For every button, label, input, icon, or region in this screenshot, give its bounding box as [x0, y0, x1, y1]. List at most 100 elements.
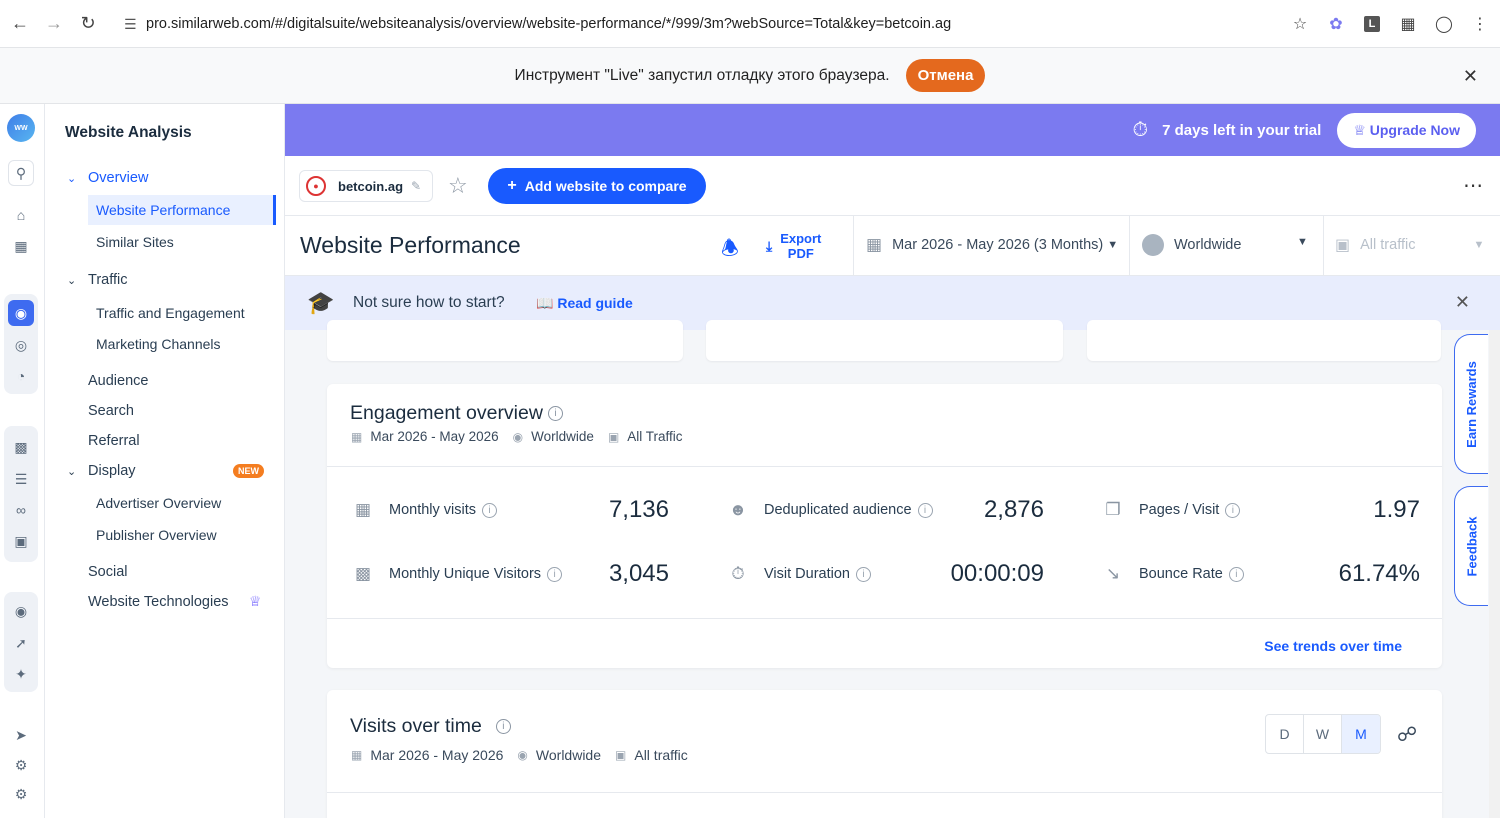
read-guide-link[interactable]: 📖 Read guide [536, 295, 633, 312]
traffic-selector[interactable]: ▣ All traffic ▼ [1335, 235, 1484, 255]
sidebar-item-social[interactable]: Social [88, 564, 128, 580]
info-icon[interactable]: i [1225, 502, 1241, 518]
chevron-down-icon[interactable]: ⌄ [67, 274, 76, 287]
engagement-meta: ▦ Mar 2026 - May 2026 ◉ Worldwide ▣ All … [351, 429, 683, 444]
sidebar-item-traffic[interactable]: Traffic [88, 272, 127, 288]
site-chip[interactable]: ● betcoin.ag ✎ [299, 170, 433, 202]
keyword-search-icon[interactable]: ☰ [8, 466, 34, 492]
metric-value: 7,136 [608, 496, 669, 523]
favorite-star-icon[interactable]: ☆ [448, 173, 468, 199]
granularity-month[interactable]: M [1342, 715, 1380, 753]
sidebar-item-publisher-overview[interactable]: Publisher Overview [96, 527, 217, 543]
reload-icon[interactable]: ↻ [71, 7, 105, 41]
close-icon[interactable]: ✕ [1455, 292, 1470, 313]
granularity-day[interactable]: D [1266, 715, 1304, 753]
pages-icon: ❐ [1105, 500, 1121, 519]
info-icon[interactable]: i [495, 719, 511, 735]
chevron-down-icon[interactable]: ⌄ [67, 465, 76, 478]
ads-icon[interactable]: ▣ [8, 528, 34, 554]
extension-icon[interactable]: ✿ [1322, 7, 1350, 41]
globe-icon: ◉ [517, 748, 528, 762]
extension-l-icon[interactable]: L [1358, 7, 1386, 41]
icon-rail: WW ⚲ ⌂ ▦ ◉ ◎ ◔ ▩ ☰ ∞ ▣ ◉ ➚ ✦ ➤ ⚙ ⚙ [0, 104, 45, 818]
bar-chart-icon[interactable]: ▩ [8, 434, 34, 460]
divider [1129, 216, 1130, 276]
metric-monthly-visits: ▦ Monthly visits i [352, 500, 498, 520]
similarweb-logo[interactable]: WW [7, 114, 35, 142]
feedback-tab[interactable]: Feedback [1454, 486, 1488, 606]
close-icon[interactable]: ✕ [1463, 66, 1478, 87]
sidebar-item-marketing-channels[interactable]: Marketing Channels [96, 336, 221, 352]
metric-label: Monthly visits [389, 502, 477, 518]
rocket-icon[interactable]: ➤ [8, 722, 34, 748]
menu-kebab-icon[interactable]: ⋮ [1466, 7, 1494, 41]
date-range-picker[interactable]: ▦ Mar 2026 - May 2026 (3 Months) ▼ [866, 235, 1118, 255]
sidebar-item-traffic-engagement[interactable]: Traffic and Engagement [96, 305, 245, 321]
site-settings-icon[interactable]: ☰ [124, 16, 146, 33]
more-options-icon[interactable]: ⋯ [1463, 173, 1484, 198]
back-icon[interactable]: ← [3, 7, 37, 41]
user-card-icon: ▩ [354, 564, 372, 583]
puzzle-icon[interactable]: ▦ [1394, 7, 1422, 41]
sidebar-item-similar-sites[interactable]: Similar Sites [96, 234, 174, 250]
new-badge: NEW [233, 464, 264, 478]
region-selector[interactable]: Worldwide ▼ [1142, 234, 1308, 256]
eye-icon[interactable]: ◉ [8, 598, 34, 624]
sidebar-item-referral[interactable]: Referral [88, 433, 140, 449]
page-scrollbar[interactable] [1489, 330, 1500, 818]
sidebar-item-search[interactable]: Search [88, 403, 134, 419]
puzzle-piece-icon[interactable]: ⚙ [8, 752, 34, 778]
page-title: Website Performance [300, 232, 521, 258]
sidebar-item-audience[interactable]: Audience [88, 373, 148, 389]
trend-icon[interactable]: ➚ [8, 630, 34, 656]
bookmark-star-icon[interactable]: ☆ [1286, 7, 1314, 41]
bounce-arrow-icon: ↘ [1105, 564, 1121, 583]
earn-rewards-tab[interactable]: Earn Rewards [1454, 334, 1488, 474]
bell-icon[interactable]: 🕭 [721, 234, 739, 268]
share-icon[interactable]: ☍ [1397, 722, 1417, 747]
divider [853, 216, 854, 276]
link-icon[interactable]: ∞ [8, 497, 34, 523]
profile-icon[interactable]: ◯ [1430, 7, 1458, 41]
metric-deduplicated-audience: ☻ Deduplicated audience i [727, 500, 933, 520]
visits-over-time-card: Visits over time i ▦ Mar 2026 - May 2026 … [327, 690, 1442, 818]
graduation-cap-icon: 🎓 [307, 290, 335, 315]
page-header: Website Performance 🕭 ⤓ Export PDF ▦ Mar… [285, 216, 1500, 276]
home-icon[interactable]: ⌂ [8, 202, 34, 228]
info-icon[interactable]: i [855, 566, 871, 582]
globe-icon[interactable]: ◉ [8, 300, 34, 326]
info-icon[interactable]: i [482, 502, 498, 518]
sidebar-item-website-technologies[interactable]: Website Technologies [88, 594, 229, 610]
info-icon[interactable]: i [547, 406, 563, 422]
sidebar-item-advertiser-overview[interactable]: Advertiser Overview [96, 495, 221, 511]
add-website-compare-button[interactable]: + Add website to compare [488, 168, 706, 204]
edit-pencil-icon[interactable]: ✎ [411, 179, 421, 193]
chevron-down-icon[interactable]: ⌄ [67, 172, 76, 185]
divider [327, 618, 1442, 619]
info-icon[interactable]: i [1228, 566, 1244, 582]
forward-icon[interactable]: → [37, 7, 71, 41]
engagement-title-text: Engagement overview [350, 402, 543, 424]
metric-pages-visit: ❐ Pages / Visit i [1102, 500, 1241, 520]
search-icon[interactable]: ⚲ [8, 160, 34, 186]
sidebar-item-website-performance[interactable]: Website Performance [96, 202, 230, 218]
url-text: pro.similarweb.com/#/digitalsuite/websit… [146, 16, 952, 32]
pie-chart-icon[interactable]: ◔ [8, 363, 34, 389]
traffic-source-icon: ▣ [1335, 237, 1351, 254]
world-icon[interactable]: ◎ [8, 332, 34, 358]
see-trends-link[interactable]: See trends over time [1264, 638, 1402, 654]
address-bar[interactable]: ☰ pro.similarweb.com/#/digitalsuite/webs… [114, 6, 1300, 42]
sparkle-icon[interactable]: ✦ [8, 661, 34, 687]
sidebar-item-overview[interactable]: Overview [88, 170, 148, 186]
trial-text: 7 days left in your trial [1162, 121, 1322, 139]
export-pdf-button[interactable]: ⤓ Export PDF [766, 231, 821, 261]
settings-gear-icon[interactable]: ⚙ [8, 781, 34, 807]
upgrade-now-button[interactable]: ♕ Upgrade Now [1337, 112, 1476, 148]
cancel-debug-button[interactable]: Отмена [905, 59, 986, 92]
sidebar-item-display[interactable]: Display [88, 463, 136, 479]
engagement-overview-card: Engagement overview i ▦ Mar 2026 - May 20… [327, 384, 1442, 668]
summary-card [327, 320, 683, 361]
granularity-week[interactable]: W [1304, 715, 1342, 753]
apps-icon[interactable]: ▦ [8, 233, 34, 259]
sidebar-title: Website Analysis [65, 124, 192, 141]
